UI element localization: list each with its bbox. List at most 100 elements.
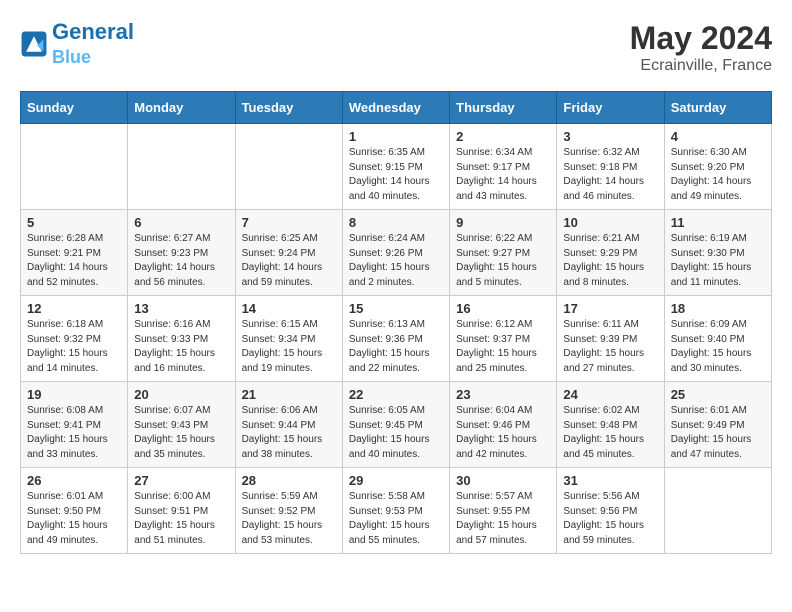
weekday-header: Thursday (450, 92, 557, 124)
logo-icon (20, 30, 48, 58)
day-number: 28 (242, 473, 336, 488)
calendar-body: 1Sunrise: 6:35 AM Sunset: 9:15 PM Daylig… (21, 124, 772, 554)
day-number: 5 (27, 215, 121, 230)
day-info: Sunrise: 6:34 AM Sunset: 9:17 PM Dayligh… (456, 146, 550, 204)
day-number: 31 (563, 473, 657, 488)
weekday-row: SundayMondayTuesdayWednesdayThursdayFrid… (21, 92, 772, 124)
calendar-cell (21, 124, 128, 210)
day-number: 1 (349, 129, 443, 144)
day-info: Sunrise: 6:01 AM Sunset: 9:50 PM Dayligh… (27, 490, 121, 548)
weekday-header: Wednesday (342, 92, 449, 124)
day-number: 8 (349, 215, 443, 230)
day-info: Sunrise: 6:08 AM Sunset: 9:41 PM Dayligh… (27, 404, 121, 462)
calendar-cell: 12 Sunrise: 6:18 AM Sunset: 9:32 PM Dayli… (21, 296, 128, 382)
day-number: 10 (563, 215, 657, 230)
day-number: 30 (456, 473, 550, 488)
day-number: 26 (27, 473, 121, 488)
day-info: Sunrise: 6:30 AM Sunset: 9:20 PM Dayligh… (671, 146, 765, 204)
day-number: 12 (27, 301, 121, 316)
day-number: 3 (563, 129, 657, 144)
day-info: Sunrise: 6:22 AM Sunset: 9:27 PM Dayligh… (456, 232, 550, 290)
day-info: Sunrise: 6:05 AM Sunset: 9:45 PM Dayligh… (349, 404, 443, 462)
day-info: Sunrise: 6:04 AM Sunset: 9:46 PM Dayligh… (456, 404, 550, 462)
weekday-header: Saturday (664, 92, 771, 124)
calendar-cell: 6 Sunrise: 6:27 AM Sunset: 9:23 PM Daylig… (128, 210, 235, 296)
day-number: 2 (456, 129, 550, 144)
calendar-cell: 20Sunrise: 6:07 AM Sunset: 9:43 PM Dayli… (128, 382, 235, 468)
calendar-cell: 27 Sunrise: 6:00 AM Sunset: 9:51 PM Dayli… (128, 468, 235, 554)
calendar-cell: 2 Sunrise: 6:34 AM Sunset: 9:17 PM Daylig… (450, 124, 557, 210)
calendar-cell: 23 Sunrise: 6:04 AM Sunset: 9:46 PM Dayli… (450, 382, 557, 468)
calendar-week-row: 12 Sunrise: 6:18 AM Sunset: 9:32 PM Dayli… (21, 296, 772, 382)
calendar-cell: 13 Sunrise: 6:16 AM Sunset: 9:33 PM Dayli… (128, 296, 235, 382)
day-number: 21 (242, 387, 336, 402)
calendar-table: SundayMondayTuesdayWednesdayThursdayFrid… (20, 91, 772, 554)
day-info: Sunrise: 6:06 AM Sunset: 9:44 PM Dayligh… (242, 404, 336, 462)
day-info: Sunrise: 6:16 AM Sunset: 9:33 PM Dayligh… (134, 318, 228, 376)
day-info: Sunrise: 6:19 AM Sunset: 9:30 PM Dayligh… (671, 232, 765, 290)
calendar-cell (235, 124, 342, 210)
calendar-cell (664, 468, 771, 554)
calendar-cell: 21 Sunrise: 6:06 AM Sunset: 9:44 PM Dayli… (235, 382, 342, 468)
calendar-cell: 25 Sunrise: 6:01 AM Sunset: 9:49 PM Dayli… (664, 382, 771, 468)
day-number: 14 (242, 301, 336, 316)
day-number: 13 (134, 301, 228, 316)
logo-text: General Blue (52, 20, 134, 68)
calendar-cell: 11Sunrise: 6:19 AM Sunset: 9:30 PM Dayli… (664, 210, 771, 296)
calendar-cell: 1Sunrise: 6:35 AM Sunset: 9:15 PM Daylig… (342, 124, 449, 210)
calendar-week-row: 1Sunrise: 6:35 AM Sunset: 9:15 PM Daylig… (21, 124, 772, 210)
day-number: 24 (563, 387, 657, 402)
day-info: Sunrise: 5:59 AM Sunset: 9:52 PM Dayligh… (242, 490, 336, 548)
calendar-cell: 24 Sunrise: 6:02 AM Sunset: 9:48 PM Dayli… (557, 382, 664, 468)
weekday-header: Monday (128, 92, 235, 124)
calendar-cell: 4 Sunrise: 6:30 AM Sunset: 9:20 PM Daylig… (664, 124, 771, 210)
calendar-cell: 8 Sunrise: 6:24 AM Sunset: 9:26 PM Daylig… (342, 210, 449, 296)
day-info: Sunrise: 6:27 AM Sunset: 9:23 PM Dayligh… (134, 232, 228, 290)
calendar-cell: 22 Sunrise: 6:05 AM Sunset: 9:45 PM Dayli… (342, 382, 449, 468)
page-header: General Blue May 2024 Ecrainville, Franc… (20, 20, 772, 75)
day-info: Sunrise: 6:18 AM Sunset: 9:32 PM Dayligh… (27, 318, 121, 376)
calendar-cell: 9 Sunrise: 6:22 AM Sunset: 9:27 PM Daylig… (450, 210, 557, 296)
calendar-cell: 10Sunrise: 6:21 AM Sunset: 9:29 PM Dayli… (557, 210, 664, 296)
calendar-cell: 5 Sunrise: 6:28 AM Sunset: 9:21 PM Daylig… (21, 210, 128, 296)
day-number: 16 (456, 301, 550, 316)
day-number: 7 (242, 215, 336, 230)
calendar-week-row: 26 Sunrise: 6:01 AM Sunset: 9:50 PM Dayli… (21, 468, 772, 554)
calendar-week-row: 19Sunrise: 6:08 AM Sunset: 9:41 PM Dayli… (21, 382, 772, 468)
calendar-cell: 19Sunrise: 6:08 AM Sunset: 9:41 PM Dayli… (21, 382, 128, 468)
day-info: Sunrise: 6:32 AM Sunset: 9:18 PM Dayligh… (563, 146, 657, 204)
day-number: 6 (134, 215, 228, 230)
calendar-cell: 17 Sunrise: 6:11 AM Sunset: 9:39 PM Dayli… (557, 296, 664, 382)
day-info: Sunrise: 6:24 AM Sunset: 9:26 PM Dayligh… (349, 232, 443, 290)
day-number: 22 (349, 387, 443, 402)
day-info: Sunrise: 6:28 AM Sunset: 9:21 PM Dayligh… (27, 232, 121, 290)
day-info: Sunrise: 6:02 AM Sunset: 9:48 PM Dayligh… (563, 404, 657, 462)
day-info: Sunrise: 6:09 AM Sunset: 9:40 PM Dayligh… (671, 318, 765, 376)
day-number: 23 (456, 387, 550, 402)
day-info: Sunrise: 5:56 AM Sunset: 9:56 PM Dayligh… (563, 490, 657, 548)
day-number: 29 (349, 473, 443, 488)
day-number: 27 (134, 473, 228, 488)
day-number: 17 (563, 301, 657, 316)
day-number: 15 (349, 301, 443, 316)
day-number: 4 (671, 129, 765, 144)
weekday-header: Sunday (21, 92, 128, 124)
day-number: 18 (671, 301, 765, 316)
day-info: Sunrise: 6:15 AM Sunset: 9:34 PM Dayligh… (242, 318, 336, 376)
day-info: Sunrise: 6:11 AM Sunset: 9:39 PM Dayligh… (563, 318, 657, 376)
calendar-cell: 14 Sunrise: 6:15 AM Sunset: 9:34 PM Dayli… (235, 296, 342, 382)
weekday-header: Friday (557, 92, 664, 124)
weekday-header: Tuesday (235, 92, 342, 124)
day-info: Sunrise: 6:01 AM Sunset: 9:49 PM Dayligh… (671, 404, 765, 462)
location: Ecrainville, France (630, 57, 772, 75)
calendar-cell: 28 Sunrise: 5:59 AM Sunset: 9:52 PM Dayli… (235, 468, 342, 554)
day-info: Sunrise: 6:00 AM Sunset: 9:51 PM Dayligh… (134, 490, 228, 548)
logo: General Blue (20, 20, 134, 68)
day-number: 25 (671, 387, 765, 402)
day-number: 9 (456, 215, 550, 230)
day-info: Sunrise: 6:07 AM Sunset: 9:43 PM Dayligh… (134, 404, 228, 462)
calendar-cell: 26 Sunrise: 6:01 AM Sunset: 9:50 PM Dayli… (21, 468, 128, 554)
calendar-header: SundayMondayTuesdayWednesdayThursdayFrid… (21, 92, 772, 124)
day-info: Sunrise: 6:13 AM Sunset: 9:36 PM Dayligh… (349, 318, 443, 376)
day-info: Sunrise: 6:25 AM Sunset: 9:24 PM Dayligh… (242, 232, 336, 290)
